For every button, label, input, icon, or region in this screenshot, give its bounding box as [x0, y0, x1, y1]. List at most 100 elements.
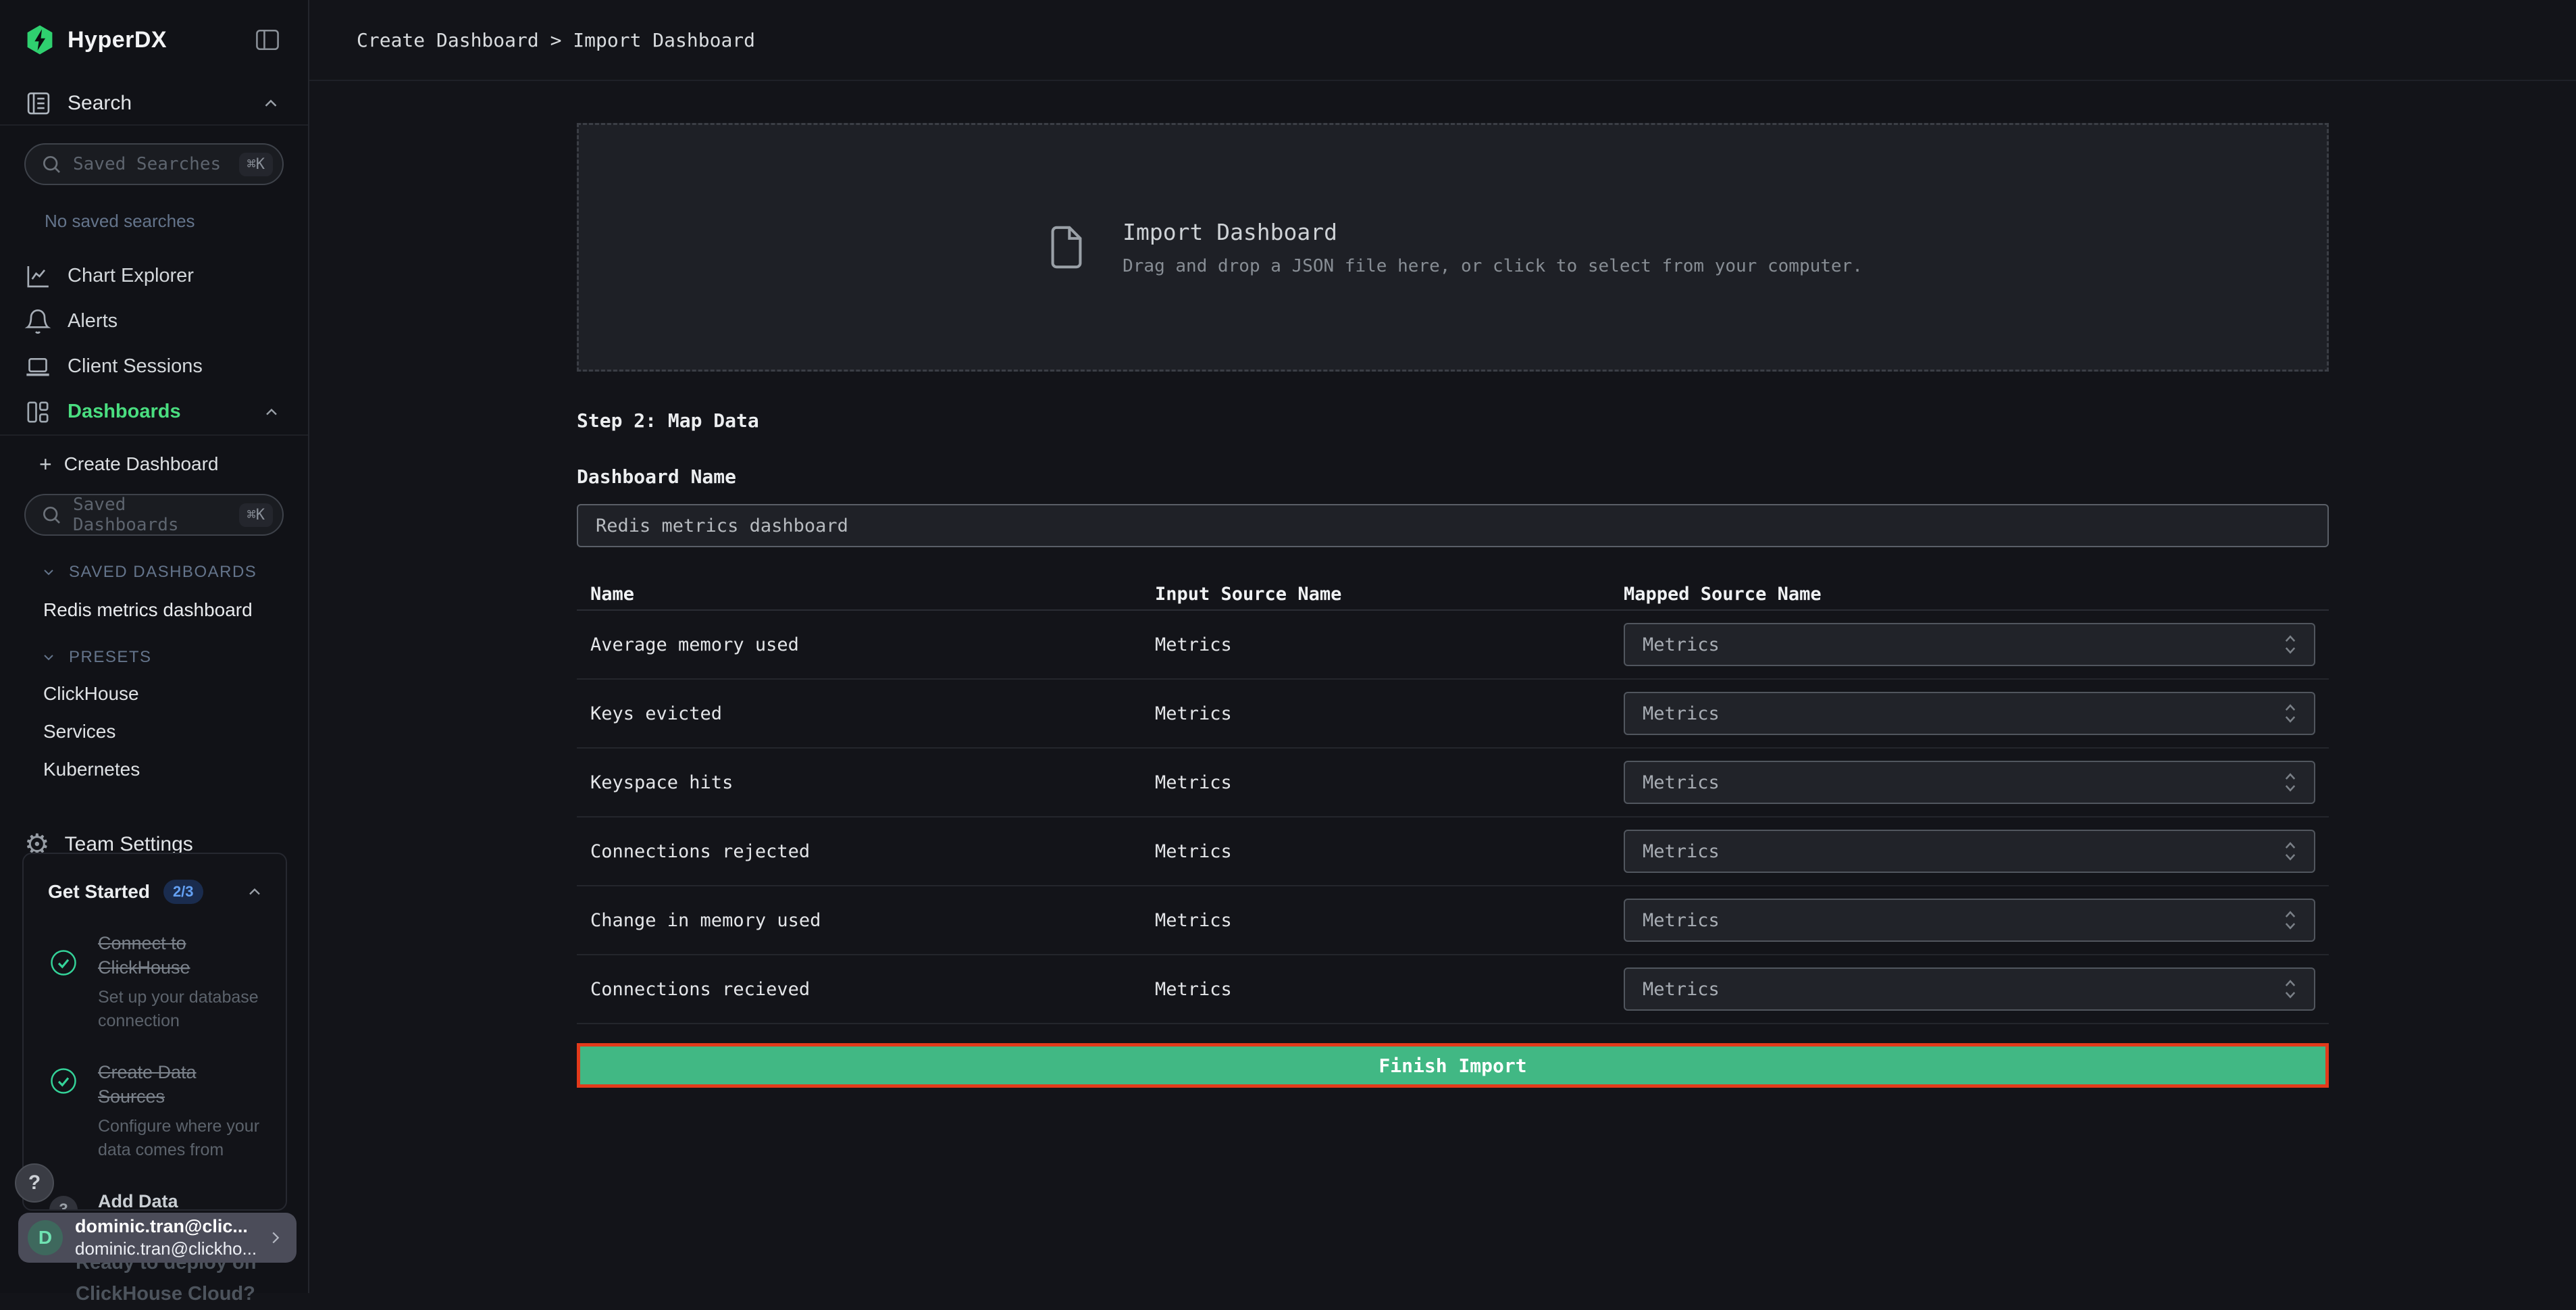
progress-badge: 2/3 [163, 880, 203, 904]
sidebar: HyperDX Search Saved Searches ⌘K No save… [0, 0, 309, 1293]
mapped-source-select[interactable]: Metrics [1624, 623, 2315, 666]
mapped-source-value: Metrics [1643, 634, 1720, 655]
select-chevrons-icon [2280, 907, 2300, 933]
row-input-source: Metrics [1155, 979, 1624, 1000]
sidebar-item-dashboards[interactable]: Dashboards [0, 389, 308, 436]
chart-icon [24, 263, 51, 290]
file-icon [1043, 216, 1090, 278]
mapped-source-select[interactable]: Metrics [1624, 761, 2315, 804]
chevron-down-icon [41, 649, 57, 665]
mapped-source-select[interactable]: Metrics [1624, 692, 2315, 735]
search-journal-icon [24, 89, 53, 118]
row-name: Average memory used [577, 634, 1155, 655]
mapped-source-value: Metrics [1643, 910, 1720, 931]
table-row: Connections recieved Metrics Metrics [577, 955, 2329, 1024]
table-row: Keys evicted Metrics Metrics [577, 680, 2329, 749]
column-header-name: Name [577, 584, 1155, 605]
select-chevrons-icon [2280, 632, 2300, 657]
row-input-source: Metrics [1155, 841, 1624, 862]
step-label: Step 2: Map Data [577, 409, 2329, 432]
row-name: Connections rejected [577, 841, 1155, 862]
dashboard-name-input[interactable]: Redis metrics dashboard [577, 504, 2329, 547]
bell-icon [24, 308, 51, 335]
presets-group-toggle[interactable]: PRESETS [0, 648, 308, 667]
user-email-title: dominic.tran@clic... [75, 1216, 265, 1237]
get-started-item-connect[interactable]: Connect to ClickHouse Set up your databa… [40, 931, 268, 1033]
user-email-subtitle: dominic.tran@clickho... [75, 1238, 265, 1259]
preset-clickhouse[interactable]: ClickHouse [0, 683, 308, 705]
shortcut-badge: ⌘K [239, 503, 274, 527]
sidebar-nav: Chart Explorer Alerts Client Sessions Da… [0, 253, 308, 436]
search-icon [41, 504, 62, 526]
table-row: Keyspace hits Metrics Metrics [577, 749, 2329, 817]
laptop-icon [24, 353, 51, 380]
app-name: HyperDX [68, 27, 167, 53]
row-input-source: Metrics [1155, 703, 1624, 724]
mapping-table: Name Input Source Name Mapped Source Nam… [577, 578, 2329, 1024]
select-chevrons-icon [2280, 976, 2300, 1002]
mapped-source-value: Metrics [1643, 979, 1720, 1000]
saved-dashboards-group-toggle[interactable]: SAVED DASHBOARDS [0, 563, 308, 582]
saved-dashboard-redis-metrics[interactable]: Redis metrics dashboard [0, 599, 308, 621]
chevron-up-icon [262, 403, 281, 422]
help-button[interactable]: ? [15, 1163, 54, 1203]
row-name: Connections recieved [577, 979, 1155, 1000]
saved-dashboards-placeholder: Saved Dashboards [73, 495, 239, 535]
main-area: Create Dashboard > Import Dashboard Impo… [309, 0, 2576, 1293]
column-header-mapped-source: Mapped Source Name [1624, 584, 2329, 605]
search-icon [41, 153, 62, 175]
mapped-source-value: Metrics [1643, 841, 1720, 862]
hyperdx-logo-icon [24, 24, 55, 55]
preset-kubernetes[interactable]: Kubernetes [0, 759, 308, 780]
row-input-source: Metrics [1155, 772, 1624, 793]
mapping-table-body: Average memory used Metrics Metrics Keys… [577, 611, 2329, 1024]
get-started-header[interactable]: Get Started 2/3 [40, 880, 268, 904]
topbar: Create Dashboard > Import Dashboard [309, 0, 2576, 81]
breadcrumb[interactable]: Create Dashboard > Import Dashboard [357, 29, 755, 51]
user-account-button[interactable]: D dominic.tran@clic... dominic.tran@clic… [18, 1213, 297, 1263]
saved-searches-input[interactable]: Saved Searches ⌘K [24, 143, 284, 185]
row-name: Change in memory used [577, 910, 1155, 931]
mapping-table-header: Name Input Source Name Mapped Source Nam… [577, 578, 2329, 611]
row-input-source: Metrics [1155, 910, 1624, 931]
sidebar-section-search[interactable]: Search [0, 82, 308, 126]
row-name: Keys evicted [577, 703, 1155, 724]
sidebar-item-alerts[interactable]: Alerts [0, 299, 308, 344]
select-chevrons-icon [2280, 770, 2300, 795]
mapped-source-value: Metrics [1643, 703, 1720, 724]
chevron-down-icon [41, 564, 57, 580]
plus-icon: + [39, 453, 52, 475]
mapped-source-select[interactable]: Metrics [1624, 830, 2315, 873]
get-started-card: Get Started 2/3 Connect to ClickHouse Se… [22, 853, 287, 1211]
check-circle-icon [49, 1067, 78, 1095]
mapped-source-select[interactable]: Metrics [1624, 967, 2315, 1011]
table-row: Change in memory used Metrics Metrics [577, 886, 2329, 955]
select-chevrons-icon [2280, 838, 2300, 864]
import-dashboard-content: Import Dashboard Drag and drop a JSON fi… [577, 123, 2329, 1088]
avatar: D [28, 1220, 63, 1255]
preset-services[interactable]: Services [0, 721, 308, 742]
row-input-source: Metrics [1155, 634, 1624, 655]
get-started-item-sources[interactable]: Create Data Sources Configure where your… [40, 1060, 268, 1162]
mapped-source-value: Metrics [1643, 772, 1720, 793]
create-dashboard-button[interactable]: + Create Dashboard [0, 453, 308, 475]
chevron-up-icon [261, 93, 281, 114]
step-number-badge: 3 [49, 1196, 78, 1211]
sidebar-item-client-sessions[interactable]: Client Sessions [0, 344, 308, 389]
mapped-source-select[interactable]: Metrics [1624, 899, 2315, 942]
finish-import-button[interactable]: Finish Import [577, 1043, 2329, 1088]
dashboard-name-label: Dashboard Name [577, 465, 2329, 488]
shortcut-badge: ⌘K [239, 153, 274, 176]
sidebar-item-chart-explorer[interactable]: Chart Explorer [0, 253, 308, 299]
saved-dashboards-input[interactable]: Saved Dashboards ⌘K [24, 494, 284, 536]
dropzone-subtitle: Drag and drop a JSON file here, or click… [1123, 256, 1863, 276]
no-saved-searches-text: No saved searches [45, 211, 308, 232]
get-started-item-add-data[interactable]: 3 Add Data Start sending logs, metrics, … [40, 1189, 268, 1211]
search-section-label: Search [68, 92, 132, 115]
table-row: Average memory used Metrics Metrics [577, 611, 2329, 680]
check-circle-icon [49, 949, 78, 977]
saved-searches-placeholder: Saved Searches [73, 154, 239, 174]
dropzone-title: Import Dashboard [1123, 219, 1863, 245]
json-file-dropzone[interactable]: Import Dashboard Drag and drop a JSON fi… [577, 123, 2329, 372]
sidebar-collapse-icon[interactable] [253, 25, 282, 55]
